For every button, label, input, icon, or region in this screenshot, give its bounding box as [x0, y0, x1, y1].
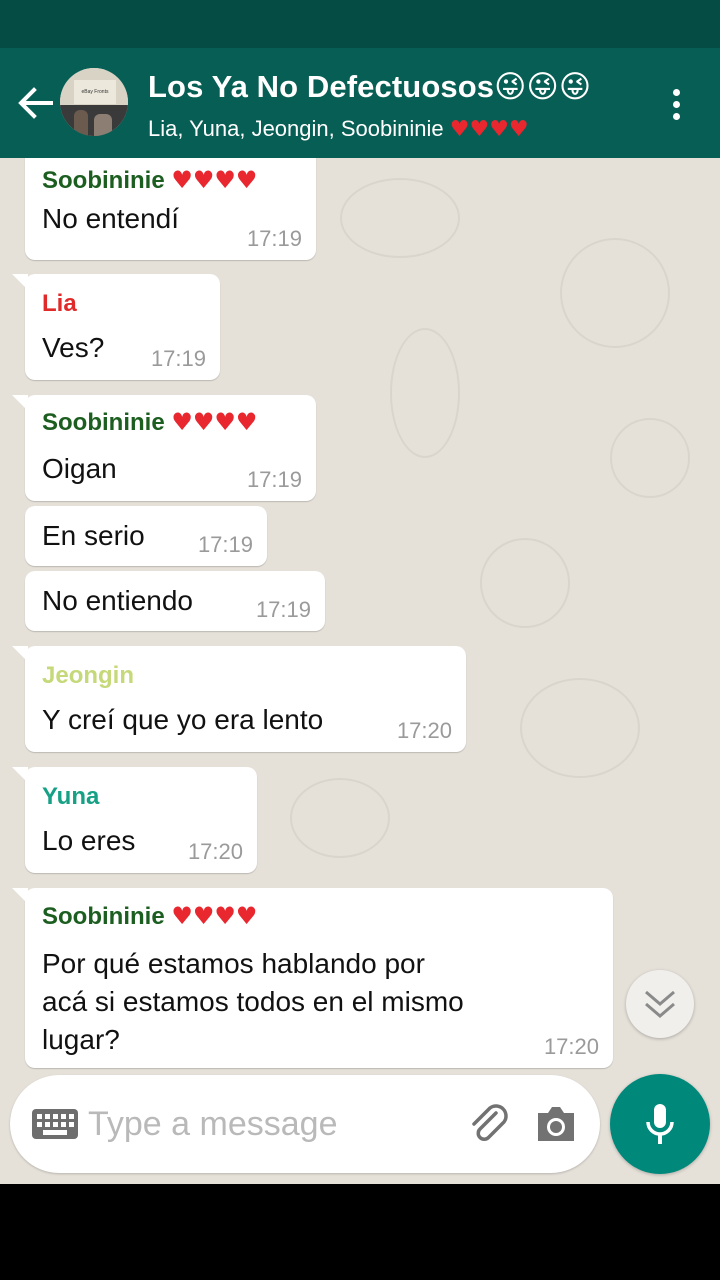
- message-text-line: lugar?: [42, 1024, 120, 1055]
- sender-name: Soobininie: [42, 409, 165, 436]
- arrow-left-icon: [18, 87, 53, 119]
- message-bubble[interactable]: Lia Ves? 17:19: [12, 274, 220, 380]
- sender-name: Jeongin: [42, 662, 135, 689]
- participants-text: Lia, Yuna, Jeongin, Soobininie: [148, 116, 444, 141]
- background-doodle: [480, 538, 570, 628]
- message-bubble[interactable]: Jeongin Y creí que yo era lento 17:20: [12, 646, 466, 752]
- group-avatar[interactable]: eBay Fronts: [60, 68, 128, 136]
- keyboard-icon[interactable]: [32, 1109, 78, 1141]
- camera-icon[interactable]: [534, 1103, 578, 1145]
- background-doodle: [520, 678, 640, 778]
- message-time: 17:19: [150, 346, 206, 371]
- message-sender: Soobininie ♥♥♥♥: [42, 166, 257, 195]
- app-bar: eBay Fronts Los Ya No Defectuosos😜😜😜 Lia…: [0, 48, 720, 158]
- chat-title-text: Los Ya No Defectuosos: [148, 69, 495, 104]
- sender-name: Soobininie: [42, 903, 165, 930]
- background-doodle: [560, 238, 670, 348]
- scroll-to-bottom-button[interactable]: [626, 970, 694, 1038]
- message-time: 17:19: [255, 597, 311, 622]
- message-time: 17:19: [197, 532, 253, 557]
- message-composer: [10, 1075, 600, 1173]
- message-time: 17:19: [246, 226, 302, 251]
- background-doodle: [340, 178, 460, 258]
- message-text: No entiendo: [42, 585, 194, 616]
- back-button[interactable]: [12, 78, 58, 128]
- message-sender: Soobininie ♥♥♥♥: [42, 408, 257, 437]
- message-time: 17:20: [187, 839, 243, 864]
- background-doodle: [290, 778, 390, 858]
- sender-name: Soobininie: [42, 167, 165, 194]
- sender-hearts: ♥♥♥♥: [171, 408, 258, 436]
- message-bubble[interactable]: Yuna Lo eres 17:20: [12, 767, 257, 873]
- message-text: En serio: [42, 520, 145, 551]
- message-sender: Yuna: [42, 783, 99, 811]
- sender-name: Lia: [42, 290, 77, 317]
- message-text: Lo eres: [42, 825, 136, 856]
- sender-hearts: ♥♥♥♥: [171, 902, 258, 930]
- sender-hearts: ♥♥♥♥: [171, 166, 258, 194]
- message-text: Ves?: [42, 332, 105, 363]
- more-vert-icon: [672, 88, 680, 96]
- message-text: Oigan: [42, 453, 117, 484]
- background-doodle: [610, 418, 690, 498]
- status-bar: [0, 0, 720, 48]
- participants-list[interactable]: Lia, Yuna, Jeongin, Soobininie ♥♥♥♥: [148, 116, 529, 142]
- message-bubble[interactable]: En serio 17:19: [25, 506, 267, 566]
- message-text: Y creí que yo era lento: [42, 704, 324, 735]
- message-input[interactable]: [88, 1099, 448, 1149]
- message-sender: Lia: [42, 290, 77, 318]
- message-time: 17:20: [543, 1034, 599, 1059]
- message-time: 17:19: [246, 467, 302, 492]
- message-text-line: acá si estamos todos en el mismo: [42, 986, 464, 1017]
- navigation-bar: [0, 1184, 720, 1280]
- message-bubble[interactable]: No entiendo 17:19: [25, 571, 325, 631]
- chat-area[interactable]: Soobininie ♥♥♥♥ No entendí 17:19 Lia Ves…: [0, 158, 720, 1184]
- message-sender: Soobininie ♥♥♥♥: [42, 902, 257, 931]
- message-text: No entendí: [42, 203, 179, 234]
- chat-title[interactable]: Los Ya No Defectuosos😜😜😜: [148, 69, 591, 105]
- background-doodle: [390, 328, 460, 458]
- message-bubble[interactable]: Soobininie ♥♥♥♥ No entendí 17:19: [25, 158, 316, 260]
- message-bubble[interactable]: Soobininie ♥♥♥♥ Oigan 17:19: [12, 395, 316, 501]
- chevron-double-down-icon: [645, 990, 675, 1018]
- voice-message-button[interactable]: [610, 1074, 710, 1174]
- avatar-caption: eBay Fronts: [81, 89, 109, 95]
- message-text-line: Por qué estamos hablando por: [42, 948, 425, 979]
- sender-name: Yuna: [42, 783, 100, 810]
- microphone-icon: [646, 1104, 674, 1144]
- participants-hearts: ♥♥♥♥: [449, 117, 529, 142]
- message-bubble[interactable]: Soobininie ♥♥♥♥ Por qué estamos hablando…: [12, 888, 613, 1068]
- more-options-button[interactable]: [656, 84, 696, 124]
- paperclip-icon[interactable]: [466, 1101, 512, 1147]
- message-sender: Jeongin: [42, 662, 134, 690]
- message-time: 17:20: [396, 718, 452, 743]
- title-emojis: 😜😜😜: [494, 69, 592, 105]
